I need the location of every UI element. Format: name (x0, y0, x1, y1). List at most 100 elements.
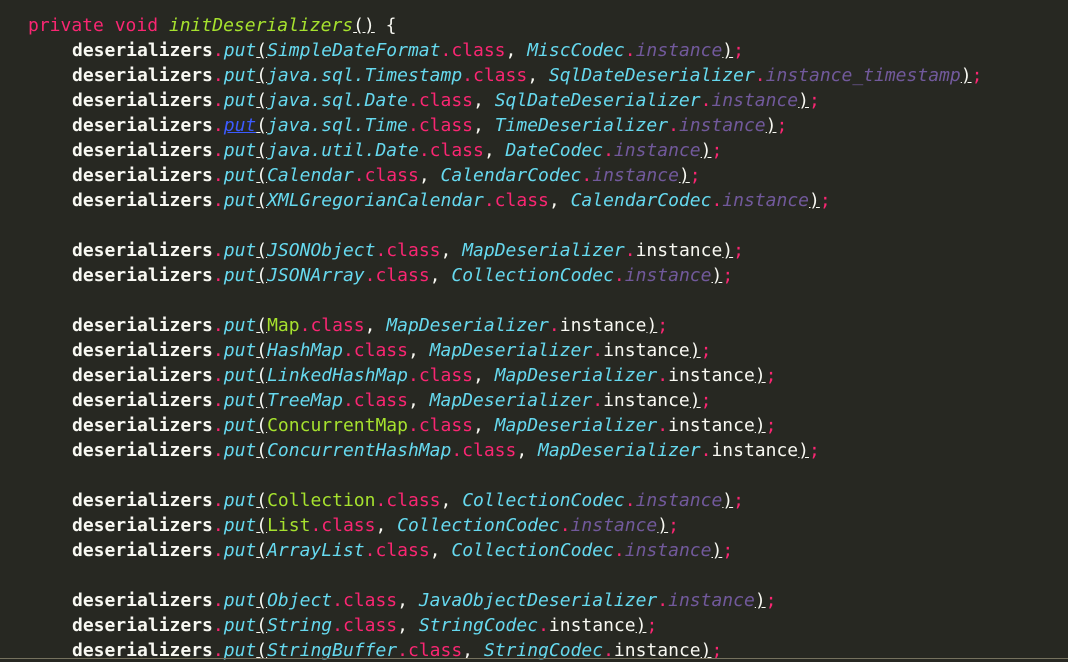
codec-name: CalendarCodec (570, 190, 712, 211)
semicolon: ; (722, 540, 734, 561)
close-paren: ) (809, 190, 820, 211)
code-line: deserializers.put(String.class, StringCo… (0, 613, 1068, 638)
variable-name: deserializers (72, 190, 213, 211)
dot-operator: . (212, 540, 224, 561)
close-paren: ) (754, 365, 766, 386)
semicolon: ; (733, 490, 744, 511)
class-keyword: .class (364, 265, 430, 286)
class-keyword: .class (407, 90, 474, 111)
close-paren: ) (678, 165, 690, 186)
class-keyword: .class (407, 365, 474, 386)
semicolon: ; (765, 590, 777, 611)
open-paren: ( (256, 415, 268, 436)
comma: , (429, 540, 452, 561)
close-paren: ) (711, 540, 723, 561)
open-paren: ( (256, 440, 268, 461)
codec-name: MapDeserializer (538, 440, 701, 461)
close-paren: ) (722, 40, 734, 61)
divider (0, 658, 1068, 659)
open-paren: ( (256, 490, 268, 511)
comma: , (407, 390, 430, 411)
instance-field: instance (635, 240, 723, 261)
instance-field: instance (548, 615, 636, 636)
instance-field: instance (678, 115, 766, 136)
comma: , (375, 515, 398, 536)
comma: , (505, 40, 528, 61)
semicolon: ; (776, 115, 788, 136)
semicolon: ; (809, 440, 820, 461)
code-line: deserializers.put(TreeMap.class, MapDese… (0, 388, 1068, 413)
put-method: put (223, 490, 257, 511)
codec-name: MiscCodec (527, 40, 625, 61)
instance-field: instance (635, 490, 723, 511)
open-paren: ( (256, 315, 268, 336)
code-line: deserializers.put(java.sql.Time.class, T… (0, 113, 1068, 138)
open-paren: ( (256, 165, 268, 186)
codec-name: MapDeserializer (429, 340, 593, 361)
instance-field: instance (668, 415, 755, 436)
dot-operator: . (212, 490, 224, 511)
close-paren: ) (689, 340, 701, 361)
comma: , (397, 590, 419, 611)
codec-name: TimeDeserializer (494, 115, 669, 136)
instance-field: instance (559, 315, 647, 336)
open-paren: ( (256, 540, 268, 561)
class-keyword: .class (451, 440, 517, 461)
dot-operator: . (212, 365, 224, 386)
code-line: deserializers.put(SimpleDateFormat.class… (0, 38, 1068, 63)
instance-field: instance (603, 340, 690, 361)
semicolon: ; (646, 615, 658, 636)
comma: , (429, 265, 452, 286)
codec-name: SqlDateDeserializer (494, 90, 701, 111)
put-method: put (223, 240, 257, 261)
instance-field: instance (722, 190, 809, 211)
variable-name: deserializers (72, 540, 213, 561)
codec-name: CalendarCodec (440, 165, 582, 186)
method-name: initDeserializers (168, 15, 354, 36)
class-keyword: .class (483, 190, 549, 211)
class-argument: TreeMap (267, 390, 343, 411)
code-line: deserializers.put(ArrayList.class, Colle… (0, 538, 1068, 563)
semicolon: ; (657, 315, 669, 336)
method-signature: private void initDeserializers() { (0, 13, 1068, 38)
dot-operator: . (212, 90, 224, 111)
variable-name: deserializers (72, 65, 213, 86)
class-argument: JSONArray (267, 265, 365, 286)
open-paren: ( (256, 390, 268, 411)
close-paren: ) (754, 415, 766, 436)
open-paren: ( (256, 615, 268, 636)
dot-operator: . (212, 615, 224, 636)
class-argument: List (267, 515, 311, 536)
close-paren: ) (689, 390, 701, 411)
class-keyword: .class (332, 590, 398, 611)
variable-name: deserializers (72, 490, 213, 511)
comma: , (473, 415, 495, 436)
close-paren: ) (711, 265, 723, 286)
code-editor[interactable]: private void initDeserializers() { deser… (0, 0, 1068, 662)
codec-name: MapDeserializer (462, 240, 625, 261)
comma: , (440, 240, 463, 261)
dot-operator: . (668, 115, 679, 136)
put-method: put (223, 115, 257, 136)
code-line: deserializers.put(HashMap.class, MapDese… (0, 338, 1068, 363)
close-paren: ) (765, 115, 777, 136)
variable-name: deserializers (72, 415, 213, 436)
put-method: put (223, 165, 257, 186)
code-line: deserializers.put(XMLGregorianCalendar.c… (0, 188, 1068, 213)
class-keyword: .class (353, 165, 419, 186)
dot-operator: . (212, 165, 224, 186)
dot-operator: . (624, 490, 636, 511)
semicolon: ; (711, 140, 723, 161)
dot-operator: . (559, 515, 571, 536)
open-paren: ( (256, 90, 268, 111)
instance-field: instance (624, 540, 712, 561)
close-paren: ) (722, 490, 734, 511)
open-paren: ( (256, 515, 268, 536)
put-method: put (223, 65, 257, 86)
semicolon: ; (765, 415, 777, 436)
instance-field: instance_timestamp (765, 65, 961, 86)
put-method: put (223, 515, 257, 536)
variable-name: deserializers (72, 365, 213, 386)
code-line: deserializers.put(ConcurrentMap.class, M… (0, 413, 1068, 438)
put-method: put (223, 90, 257, 111)
